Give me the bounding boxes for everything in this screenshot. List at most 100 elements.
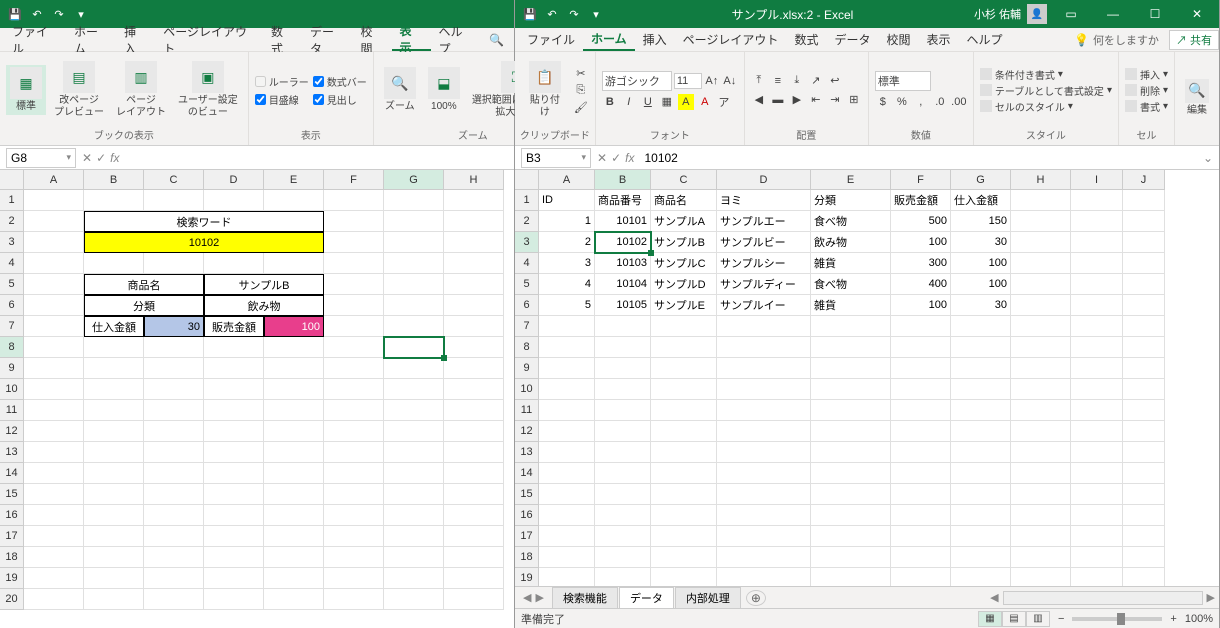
cell-D17[interactable] xyxy=(204,526,264,547)
cell-D14[interactable] xyxy=(204,463,264,484)
cell-E12[interactable] xyxy=(264,421,324,442)
cell-G9[interactable] xyxy=(951,358,1011,379)
cell-E9[interactable] xyxy=(811,358,891,379)
cell-D7[interactable]: 販売金額 xyxy=(204,316,264,337)
zoom-100-button[interactable]: ⬓100% xyxy=(424,65,464,115)
cell-C8[interactable] xyxy=(144,337,204,358)
cell-E1[interactable] xyxy=(264,190,324,211)
cut-icon[interactable]: ✂ xyxy=(573,65,589,81)
cell-F3[interactable] xyxy=(324,232,384,253)
menu-ページレイアウト[interactable]: ページレイアウト xyxy=(675,28,787,51)
cell-F13[interactable] xyxy=(324,442,384,463)
row-header-8[interactable]: 8 xyxy=(515,337,539,358)
row-header-7[interactable]: 7 xyxy=(0,316,24,337)
row-header-17[interactable]: 17 xyxy=(515,526,539,547)
cell-J10[interactable] xyxy=(1123,379,1165,400)
cell-A20[interactable] xyxy=(24,589,84,610)
cell-H9[interactable] xyxy=(1011,358,1071,379)
cell-B1[interactable] xyxy=(84,190,144,211)
cell-G7[interactable] xyxy=(951,316,1011,337)
cell-I2[interactable] xyxy=(1071,211,1123,232)
col-header-A[interactable]: A xyxy=(24,170,84,190)
cell-I13[interactable] xyxy=(1071,442,1123,463)
cell-F16[interactable] xyxy=(324,505,384,526)
cell-F17[interactable] xyxy=(891,526,951,547)
formula-input-right[interactable] xyxy=(640,151,1196,165)
cell-E11[interactable] xyxy=(264,400,324,421)
row-header-13[interactable]: 13 xyxy=(0,442,24,463)
row-header-6[interactable]: 6 xyxy=(515,295,539,316)
cell-D8[interactable] xyxy=(717,337,811,358)
cell-F12[interactable] xyxy=(891,421,951,442)
cell-F3[interactable]: 100 xyxy=(891,232,951,253)
row-header-14[interactable]: 14 xyxy=(515,463,539,484)
save-icon[interactable]: 💾 xyxy=(8,7,22,21)
cell-B11[interactable] xyxy=(595,400,651,421)
cell-C4[interactable]: サンプルC xyxy=(651,253,717,274)
name-box-left[interactable]: G8▾ xyxy=(6,148,76,168)
cell-F19[interactable] xyxy=(324,568,384,589)
cell-B5[interactable]: 10104 xyxy=(595,274,651,295)
select-all-left[interactable] xyxy=(0,170,24,190)
cell-H19[interactable] xyxy=(1011,568,1071,586)
cell-H5[interactable] xyxy=(444,274,504,295)
cell-G7[interactable] xyxy=(384,316,444,337)
cell-E15[interactable] xyxy=(811,484,891,505)
cell-B12[interactable] xyxy=(595,421,651,442)
cell-C12[interactable] xyxy=(144,421,204,442)
col-header-E[interactable]: E xyxy=(811,170,891,190)
cell-H15[interactable] xyxy=(444,484,504,505)
cell-F9[interactable] xyxy=(324,358,384,379)
cell-D19[interactable] xyxy=(717,568,811,586)
hscrollbar[interactable] xyxy=(1003,591,1203,605)
cell-A18[interactable] xyxy=(539,547,595,568)
enter-icon[interactable]: ✓ xyxy=(611,151,621,165)
cell-G16[interactable] xyxy=(384,505,444,526)
cell-E3[interactable]: 飲み物 xyxy=(811,232,891,253)
cell-B11[interactable] xyxy=(84,400,144,421)
cell-A5[interactable]: 4 xyxy=(539,274,595,295)
cell-F10[interactable] xyxy=(324,379,384,400)
cell-B17[interactable] xyxy=(84,526,144,547)
cell-B1[interactable]: 商品番号 xyxy=(595,190,651,211)
cell-G14[interactable] xyxy=(384,463,444,484)
share-button[interactable]: ↗ 共有 xyxy=(1169,30,1219,50)
cell-B16[interactable] xyxy=(84,505,144,526)
cell-B4[interactable]: 10103 xyxy=(595,253,651,274)
row-header-16[interactable]: 16 xyxy=(0,505,24,526)
fx-icon[interactable]: fx xyxy=(625,151,634,165)
cell-G12[interactable] xyxy=(951,421,1011,442)
cell-C4[interactable] xyxy=(144,253,204,274)
cell-G9[interactable] xyxy=(384,358,444,379)
menu-ファイル[interactable]: ファイル xyxy=(519,28,583,51)
cell-A1[interactable]: ID xyxy=(539,190,595,211)
cell-G12[interactable] xyxy=(384,421,444,442)
cell-D16[interactable] xyxy=(204,505,264,526)
cell-A14[interactable] xyxy=(539,463,595,484)
orientation-icon[interactable]: ↗ xyxy=(808,73,824,89)
cell-E14[interactable] xyxy=(264,463,324,484)
cell-I1[interactable] xyxy=(1071,190,1123,211)
cell-J6[interactable] xyxy=(1123,295,1165,316)
cell-D14[interactable] xyxy=(717,463,811,484)
cell-G13[interactable] xyxy=(951,442,1011,463)
percent-icon[interactable]: % xyxy=(894,94,910,110)
cell-G13[interactable] xyxy=(384,442,444,463)
col-header-I[interactable]: I xyxy=(1071,170,1123,190)
cell-A5[interactable] xyxy=(24,274,84,295)
border-icon[interactable]: ▦ xyxy=(659,94,675,110)
align-middle-icon[interactable]: ≡ xyxy=(770,73,786,89)
cell-D15[interactable] xyxy=(204,484,264,505)
cell-D9[interactable] xyxy=(204,358,264,379)
cell-C20[interactable] xyxy=(144,589,204,610)
cell-B2[interactable]: 検索ワード xyxy=(84,211,324,232)
menu-挿入[interactable]: 挿入 xyxy=(635,28,675,51)
cell-I17[interactable] xyxy=(1071,526,1123,547)
tab-next-icon[interactable]: ▶ xyxy=(535,591,543,604)
row-header-11[interactable]: 11 xyxy=(0,400,24,421)
avatar-icon[interactable]: 👤 xyxy=(1027,4,1047,24)
cell-B20[interactable] xyxy=(84,589,144,610)
cell-D6[interactable]: 飲み物 xyxy=(204,295,324,316)
conditional-format-button[interactable]: 条件付き書式 ▾ xyxy=(980,67,1112,82)
cell-G17[interactable] xyxy=(951,526,1011,547)
